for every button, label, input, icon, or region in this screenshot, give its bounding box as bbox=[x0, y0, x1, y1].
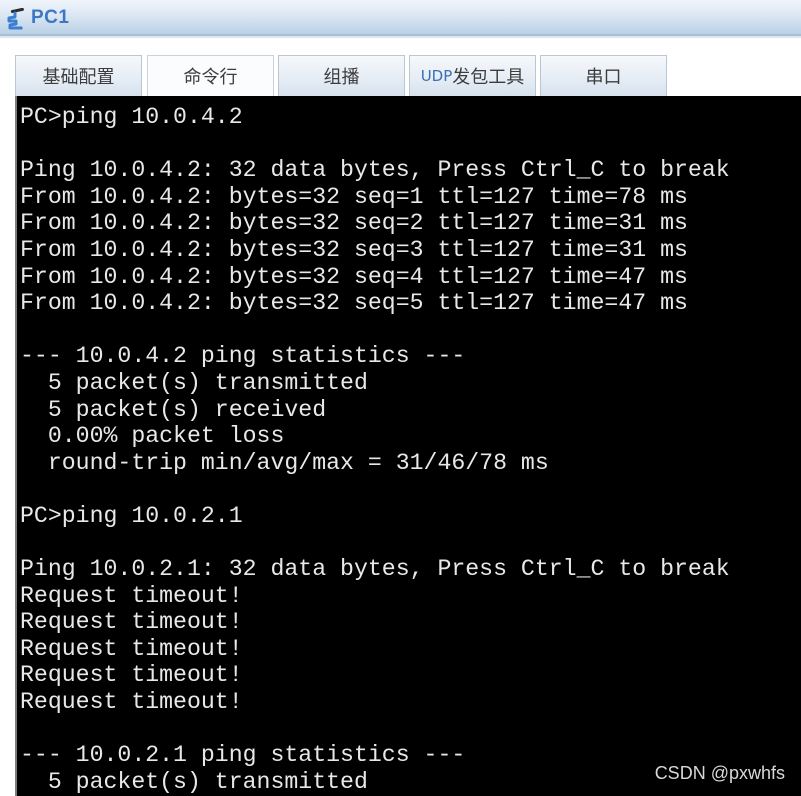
terminal-line: From 10.0.4.2: bytes=32 seq=4 ttl=127 ti… bbox=[20, 263, 688, 290]
tab-udp-tool-prefix: UDP bbox=[420, 67, 453, 85]
tab-udp-tool[interactable]: UDP 发包工具 bbox=[409, 55, 536, 96]
terminal-line: From 10.0.4.2: bytes=32 seq=2 ttl=127 ti… bbox=[20, 210, 688, 237]
terminal-line: --- 10.0.2.1 ping statistics --- bbox=[20, 742, 466, 769]
terminal-line: 5 packet(s) transmitted bbox=[20, 369, 368, 396]
tab-serial-port-label: 串口 bbox=[585, 67, 622, 88]
tab-basic-config-label: 基础配置 bbox=[42, 67, 115, 88]
title-divider bbox=[0, 36, 801, 38]
tab-udp-tool-label: 发包工具 bbox=[452, 67, 525, 88]
command-line-terminal[interactable]: PC>ping 10.0.4.2 Ping 10.0.4.2: 32 data b… bbox=[15, 96, 801, 796]
tab-command-line[interactable]: 命令行 bbox=[147, 55, 274, 96]
network-pc-icon bbox=[7, 8, 24, 30]
terminal-line: Ping 10.0.4.2: 32 data bytes, Press Ctrl… bbox=[20, 157, 730, 184]
terminal-line: PC>ping 10.0.4.2 bbox=[20, 104, 243, 130]
terminal-line: --- 10.0.4.2 ping statistics --- bbox=[20, 343, 466, 370]
tab-basic-config[interactable]: 基础配置 bbox=[15, 55, 142, 96]
window-titlebar: PC1 bbox=[0, 0, 801, 36]
terminal-line: From 10.0.4.2: bytes=32 seq=5 ttl=127 ti… bbox=[20, 290, 688, 317]
terminal-output: PC>ping 10.0.4.2 Ping 10.0.4.2: 32 data b… bbox=[20, 104, 730, 795]
terminal-line: From 10.0.4.2: bytes=32 seq=3 ttl=127 ti… bbox=[20, 236, 688, 263]
watermark: CSDN @pxwhfs bbox=[654, 763, 785, 783]
terminal-line: 0.00% packet loss bbox=[20, 423, 285, 450]
tab-command-line-label: 命令行 bbox=[183, 67, 238, 88]
window-title: PC1 bbox=[31, 7, 70, 28]
terminal-line: Request timeout! bbox=[20, 582, 243, 609]
terminal-line: 5 packet(s) transmitted bbox=[20, 768, 368, 795]
terminal-line: PC>ping 10.0.2.1 bbox=[20, 502, 243, 529]
terminal-line: Request timeout! bbox=[20, 662, 243, 689]
terminal-line: Request timeout! bbox=[20, 609, 243, 636]
terminal-line: 5 packet(s) received bbox=[20, 396, 327, 423]
terminal-line: Request timeout! bbox=[20, 689, 243, 716]
terminal-line: Request timeout! bbox=[20, 635, 243, 662]
terminal-line: From 10.0.4.2: bytes=32 seq=1 ttl=127 ti… bbox=[20, 183, 688, 210]
tab-multicast[interactable]: 组播 bbox=[278, 55, 405, 96]
terminal-line: round-trip min/avg/max = 31/46/78 ms bbox=[20, 449, 549, 476]
terminal-line: Ping 10.0.2.1: 32 data bytes, Press Ctrl… bbox=[20, 556, 730, 583]
tab-serial-port[interactable]: 串口 bbox=[540, 55, 667, 96]
tab-multicast-label: 组播 bbox=[323, 67, 360, 88]
